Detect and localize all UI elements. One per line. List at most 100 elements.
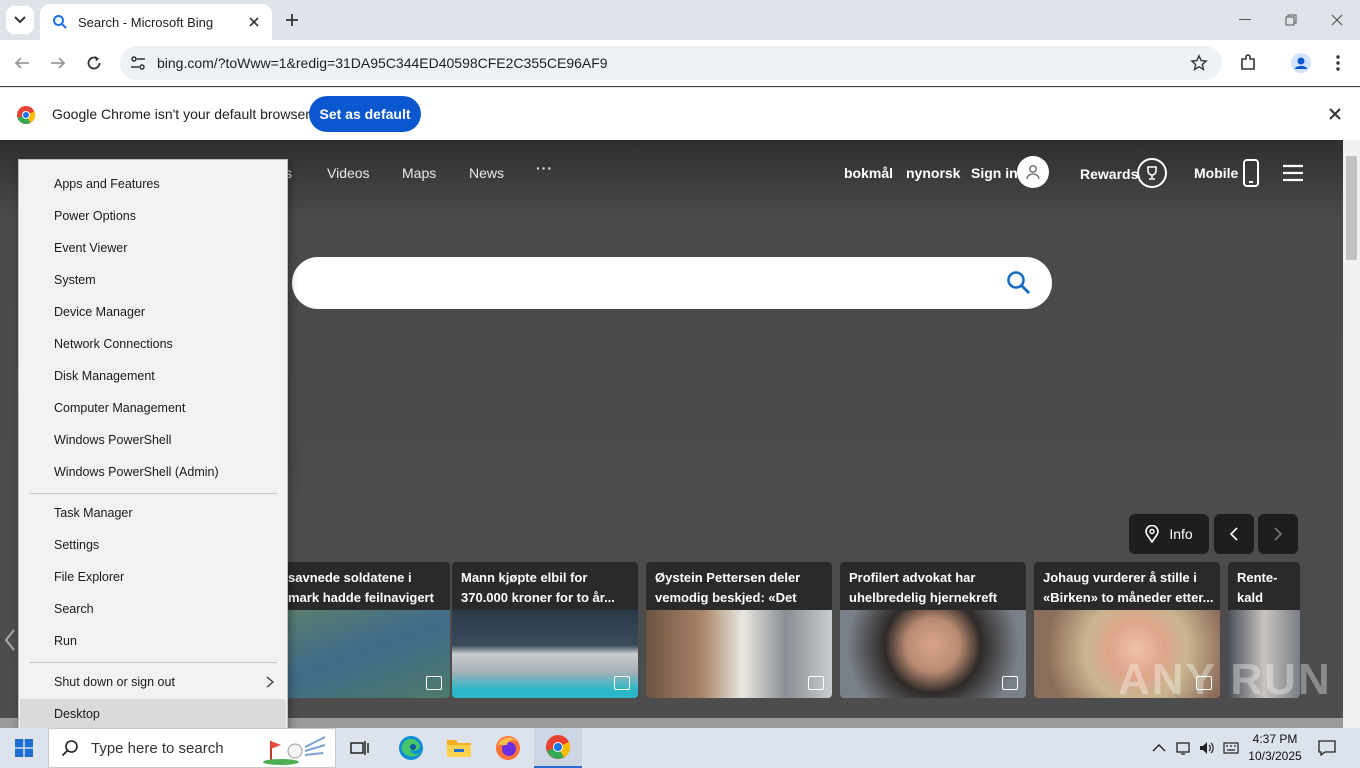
menu-item-computer-management[interactable]: Computer Management — [20, 393, 286, 423]
plus-icon — [286, 14, 298, 26]
infobar-message: Google Chrome isn't your default browser — [52, 106, 310, 122]
address-bar[interactable]: bing.com/?toWww=1&redig=31DA95C344ED4059… — [120, 46, 1222, 80]
mobile-phone-icon[interactable] — [1242, 159, 1260, 187]
sign-in-link[interactable]: Sign in — [971, 165, 1018, 181]
bookmark-star-icon[interactable] — [1190, 54, 1208, 72]
menu-item-desktop[interactable]: Desktop — [20, 699, 286, 729]
arrow-left-icon — [14, 57, 29, 69]
taskbar-edge[interactable] — [387, 728, 435, 768]
nav-link-news[interactable]: News — [469, 165, 504, 181]
input-method-icon[interactable] — [1223, 740, 1239, 756]
kebab-menu-icon — [1336, 55, 1340, 71]
menu-item-system[interactable]: System — [20, 265, 286, 295]
edge-icon — [399, 736, 423, 760]
set-as-default-button[interactable]: Set as default — [309, 96, 421, 132]
menu-item-shut-down-label: Shut down or sign out — [54, 675, 175, 689]
window-close-button[interactable] — [1325, 8, 1349, 32]
info-button[interactable]: Info — [1129, 514, 1209, 554]
avatar[interactable] — [1017, 156, 1049, 188]
lang-nynorsk-link[interactable]: nynorsk — [906, 165, 960, 181]
reload-icon — [87, 56, 101, 70]
menu-item-file-explorer[interactable]: File Explorer — [20, 562, 286, 592]
tray-chevron-up-icon[interactable] — [1151, 740, 1167, 756]
news-card[interactable]: Øystein Pettersen deler vemodig beskjed:… — [646, 562, 832, 698]
rewards-trophy-icon[interactable] — [1137, 158, 1167, 188]
system-clock[interactable]: 4:37 PM 10/3/2025 — [1244, 731, 1306, 765]
menu-item-disk-management[interactable]: Disk Management — [20, 361, 286, 391]
menu-item-search[interactable]: Search — [20, 594, 286, 624]
start-button[interactable] — [0, 728, 48, 768]
menu-item-power-options[interactable]: Power Options — [20, 201, 286, 231]
menu-item-settings[interactable]: Settings — [20, 530, 286, 560]
next-image-button[interactable] — [1258, 514, 1298, 554]
restore-button[interactable] — [1279, 8, 1303, 32]
notification-center-icon[interactable] — [1318, 740, 1336, 756]
anyrun-watermark: ANY RUN — [1118, 655, 1332, 704]
menu-item-windows-powershell[interactable]: Windows PowerShell — [20, 425, 286, 455]
lang-bokmal-link[interactable]: bokmål — [844, 165, 893, 181]
menu-item-apps-and-features[interactable]: Apps and Features — [20, 169, 286, 199]
firefox-icon — [496, 736, 520, 760]
browser-tab-bing[interactable]: Search - Microsoft Bing — [40, 4, 272, 40]
folder-icon — [447, 740, 471, 757]
menu-item-event-viewer[interactable]: Event Viewer — [20, 233, 286, 263]
minimize-button[interactable] — [1233, 8, 1257, 32]
page-vertical-scrollbar[interactable] — [1343, 140, 1360, 728]
reader-icon — [426, 676, 442, 690]
taskbar-file-explorer[interactable] — [435, 728, 483, 768]
news-card[interactable]: savnede soldatene i mark hadde feilnavig… — [264, 562, 450, 698]
scrollbar-thumb[interactable] — [1346, 156, 1357, 260]
menu-item-network-connections[interactable]: Network Connections — [20, 329, 286, 359]
clock-time: 4:37 PM — [1252, 732, 1298, 746]
search-icon[interactable] — [1006, 270, 1032, 296]
menu-item-task-manager[interactable]: Task Manager — [20, 498, 286, 528]
windows-taskbar: Type here to search 4:37 PM 10/3/2025 — [0, 728, 1360, 768]
menu-item-run[interactable]: Run — [20, 626, 286, 656]
previous-image-button[interactable] — [1214, 514, 1254, 554]
forward-button[interactable] — [45, 50, 71, 76]
golf-doodle-icon — [263, 736, 326, 765]
reader-icon — [1002, 676, 1018, 690]
taskbar-chrome[interactable] — [534, 728, 582, 768]
browser-toolbar: bing.com/?toWww=1&redig=31DA95C344ED4059… — [0, 40, 1360, 86]
reload-button[interactable] — [81, 50, 107, 76]
news-card[interactable]: Mann kjøpte elbil for 370.000 kroner for… — [452, 562, 638, 698]
back-button[interactable] — [9, 50, 35, 76]
winx-context-menu: Apps and Features Power Options Event Vi… — [18, 159, 288, 735]
minimize-icon — [1239, 19, 1251, 20]
chevron-right-icon — [266, 676, 274, 688]
infobar-close-icon[interactable] — [1328, 107, 1342, 121]
news-headline: Johaug vurderer å stille i «Birken» to m… — [1043, 570, 1214, 605]
volume-icon[interactable] — [1199, 740, 1215, 756]
search-favicon-icon — [53, 15, 67, 29]
menu-item-windows-powershell-admin[interactable]: Windows PowerShell (Admin) — [20, 457, 286, 487]
new-tab-button[interactable] — [280, 8, 304, 32]
nav-link-videos[interactable]: Videos — [327, 165, 370, 181]
taskbar-search-box[interactable]: Type here to search — [48, 728, 336, 768]
tab-search-dropdown-button[interactable] — [6, 6, 34, 34]
task-view-button[interactable] — [336, 728, 384, 768]
chrome-menu-button[interactable] — [1325, 50, 1351, 76]
menu-separator — [29, 493, 277, 494]
menu-item-device-manager[interactable]: Device Manager — [20, 297, 286, 327]
chevron-left-icon — [1229, 527, 1238, 541]
chevron-right-icon — [1274, 527, 1283, 541]
profile-button[interactable] — [1288, 50, 1314, 76]
site-info-icon[interactable] — [128, 53, 148, 73]
tab-close-button[interactable] — [246, 14, 262, 30]
nav-more-button[interactable]: ··· — [536, 160, 553, 176]
hamburger-menu-icon[interactable] — [1282, 164, 1304, 182]
task-view-icon — [350, 741, 369, 755]
rewards-link[interactable]: Rewards — [1080, 166, 1138, 182]
network-icon[interactable] — [1175, 740, 1191, 756]
news-card[interactable]: Profilert advokat har uhelbredelig hjern… — [840, 562, 1026, 698]
taskbar-firefox[interactable] — [484, 728, 532, 768]
bing-search-input[interactable] — [292, 257, 1052, 309]
news-scroll-left-icon[interactable] — [4, 628, 16, 652]
nav-link-maps[interactable]: Maps — [402, 165, 436, 181]
menu-item-shut-down[interactable]: Shut down or sign out — [20, 667, 286, 697]
mobile-link[interactable]: Mobile — [1194, 165, 1238, 181]
extensions-button[interactable] — [1235, 50, 1261, 76]
trophy-icon — [1147, 166, 1157, 180]
news-thumbnail — [452, 610, 638, 698]
